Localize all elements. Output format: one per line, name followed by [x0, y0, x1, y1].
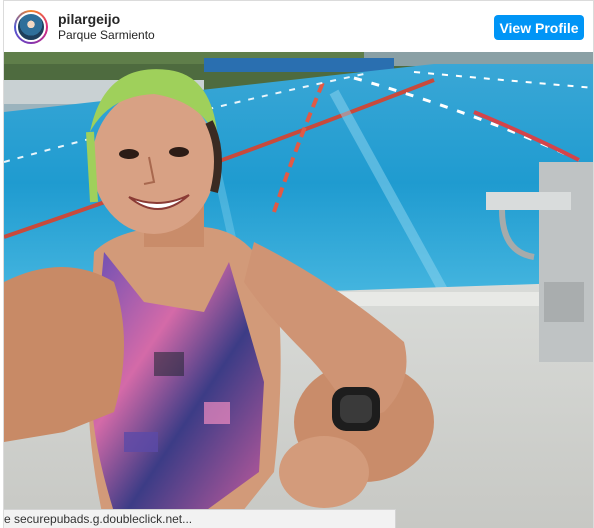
- browser-status-bar: e securepubads.g.doubleclick.net...: [4, 509, 396, 528]
- avatar-image: [16, 12, 46, 42]
- selfie-photo-illustration: [4, 52, 593, 528]
- instagram-embed: pilargeijo Parque Sarmiento View Profile: [3, 0, 594, 528]
- profile-avatar[interactable]: [14, 10, 48, 44]
- post-photo[interactable]: [4, 52, 593, 528]
- username-link[interactable]: pilargeijo: [58, 11, 155, 28]
- location-link[interactable]: Parque Sarmiento: [58, 28, 155, 43]
- view-profile-button[interactable]: View Profile: [494, 15, 584, 40]
- account-info: pilargeijo Parque Sarmiento: [58, 11, 155, 43]
- post-header: pilargeijo Parque Sarmiento View Profile: [4, 1, 593, 53]
